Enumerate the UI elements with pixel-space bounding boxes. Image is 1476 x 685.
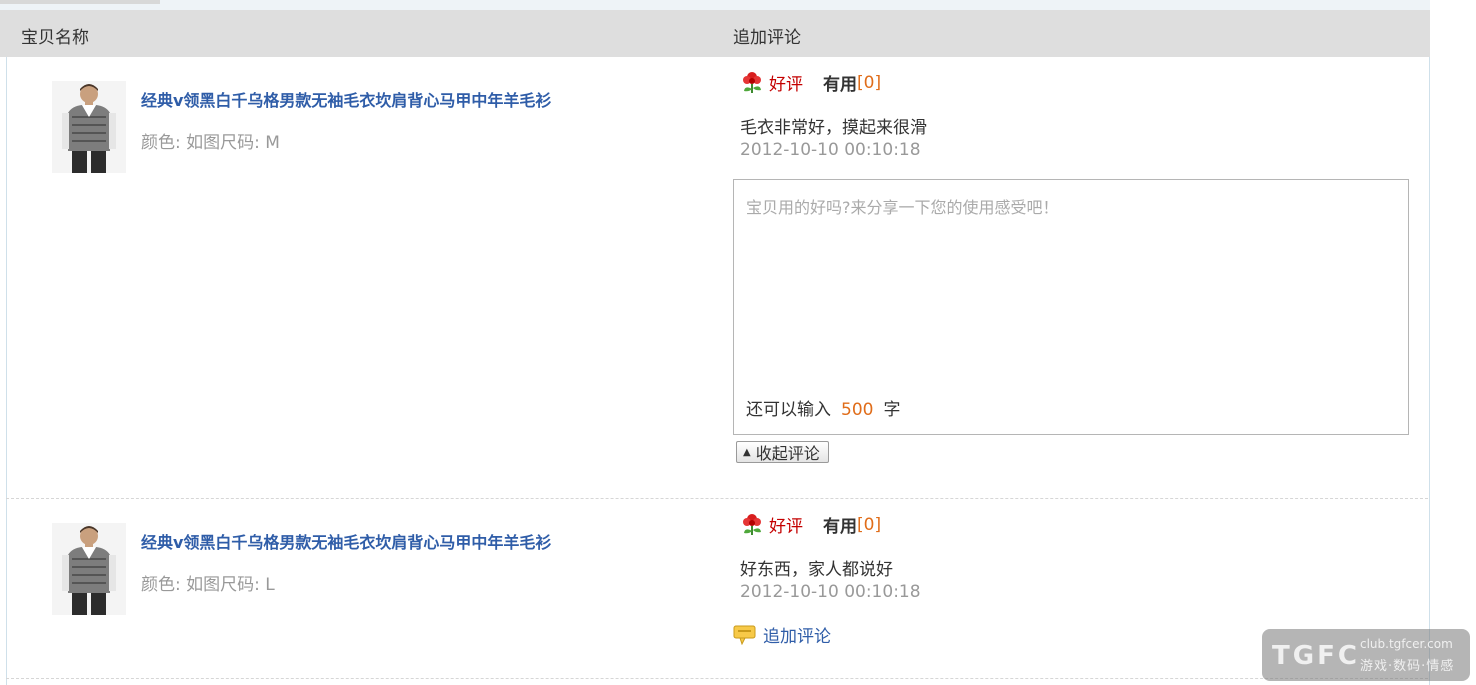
product-thumbnail[interactable] (52, 81, 126, 173)
review-textarea-container: 还可以输入 500 字 (733, 179, 1409, 435)
watermark-logo: TGFC (1272, 641, 1360, 671)
useful-label[interactable]: 有用 (823, 512, 857, 537)
rating-label: 好评 (769, 517, 803, 537)
flower-icon (743, 514, 761, 535)
rating-label: 好评 (769, 75, 803, 95)
review-textarea[interactable] (734, 180, 1408, 380)
product-image (52, 523, 126, 615)
useful-count[interactable]: [0] (857, 515, 881, 535)
header-additional-review: 追加评论 (733, 28, 801, 48)
product-sku: 颜色: 如图尺码: L (141, 575, 275, 595)
flower-icon (743, 72, 761, 93)
comment-bubble-icon (733, 625, 756, 645)
header-product-name: 宝贝名称 (21, 28, 89, 48)
char-counter: 还可以输入 500 字 (746, 395, 900, 420)
row-divider (6, 678, 1428, 679)
counter-value: 500 (841, 400, 874, 420)
review-date: 2012-10-10 00:10:18 (740, 582, 921, 602)
watermark-tagline: 游戏·数码·情感 (1360, 659, 1455, 674)
rating: 好评 有用 [0] (740, 70, 881, 95)
collapse-review-label: 收起评论 (755, 444, 820, 463)
add-review-label: 追加评论 (763, 627, 831, 647)
useful-label[interactable]: 有用 (823, 70, 857, 95)
review-date: 2012-10-10 00:10:18 (740, 140, 921, 160)
counter-suffix: 字 (883, 400, 901, 420)
row-divider (6, 498, 1428, 499)
rating: 好评 有用 [0] (740, 512, 881, 537)
product-title-link[interactable]: 经典v领黑白千乌格男款无袖毛衣坎肩背心马甲中年羊毛衫 (141, 529, 551, 553)
review-comment: 毛衣非常好，摸起来很滑 (740, 118, 927, 138)
triangle-up-icon: ▲ (743, 446, 751, 458)
product-thumbnail[interactable] (52, 523, 126, 615)
watermark-site: club.tgfcer.com (1360, 637, 1453, 651)
add-review-link[interactable]: 追加评论 (733, 622, 831, 647)
watermark: TGFC club.tgfcer.com 游戏·数码·情感 (1262, 629, 1470, 681)
review-comment: 好东西，家人都说好 (740, 560, 893, 580)
table-header: 宝贝名称 追加评论 (0, 10, 1430, 57)
top-strip-tail (0, 0, 160, 4)
product-sku: 颜色: 如图尺码: M (141, 133, 280, 153)
counter-prefix: 还可以输入 (746, 400, 831, 420)
product-image (52, 81, 126, 173)
collapse-review-button[interactable]: ▲ 收起评论 (736, 441, 829, 463)
product-title-link[interactable]: 经典v领黑白千乌格男款无袖毛衣坎肩背心马甲中年羊毛衫 (141, 87, 551, 111)
useful-count[interactable]: [0] (857, 73, 881, 93)
